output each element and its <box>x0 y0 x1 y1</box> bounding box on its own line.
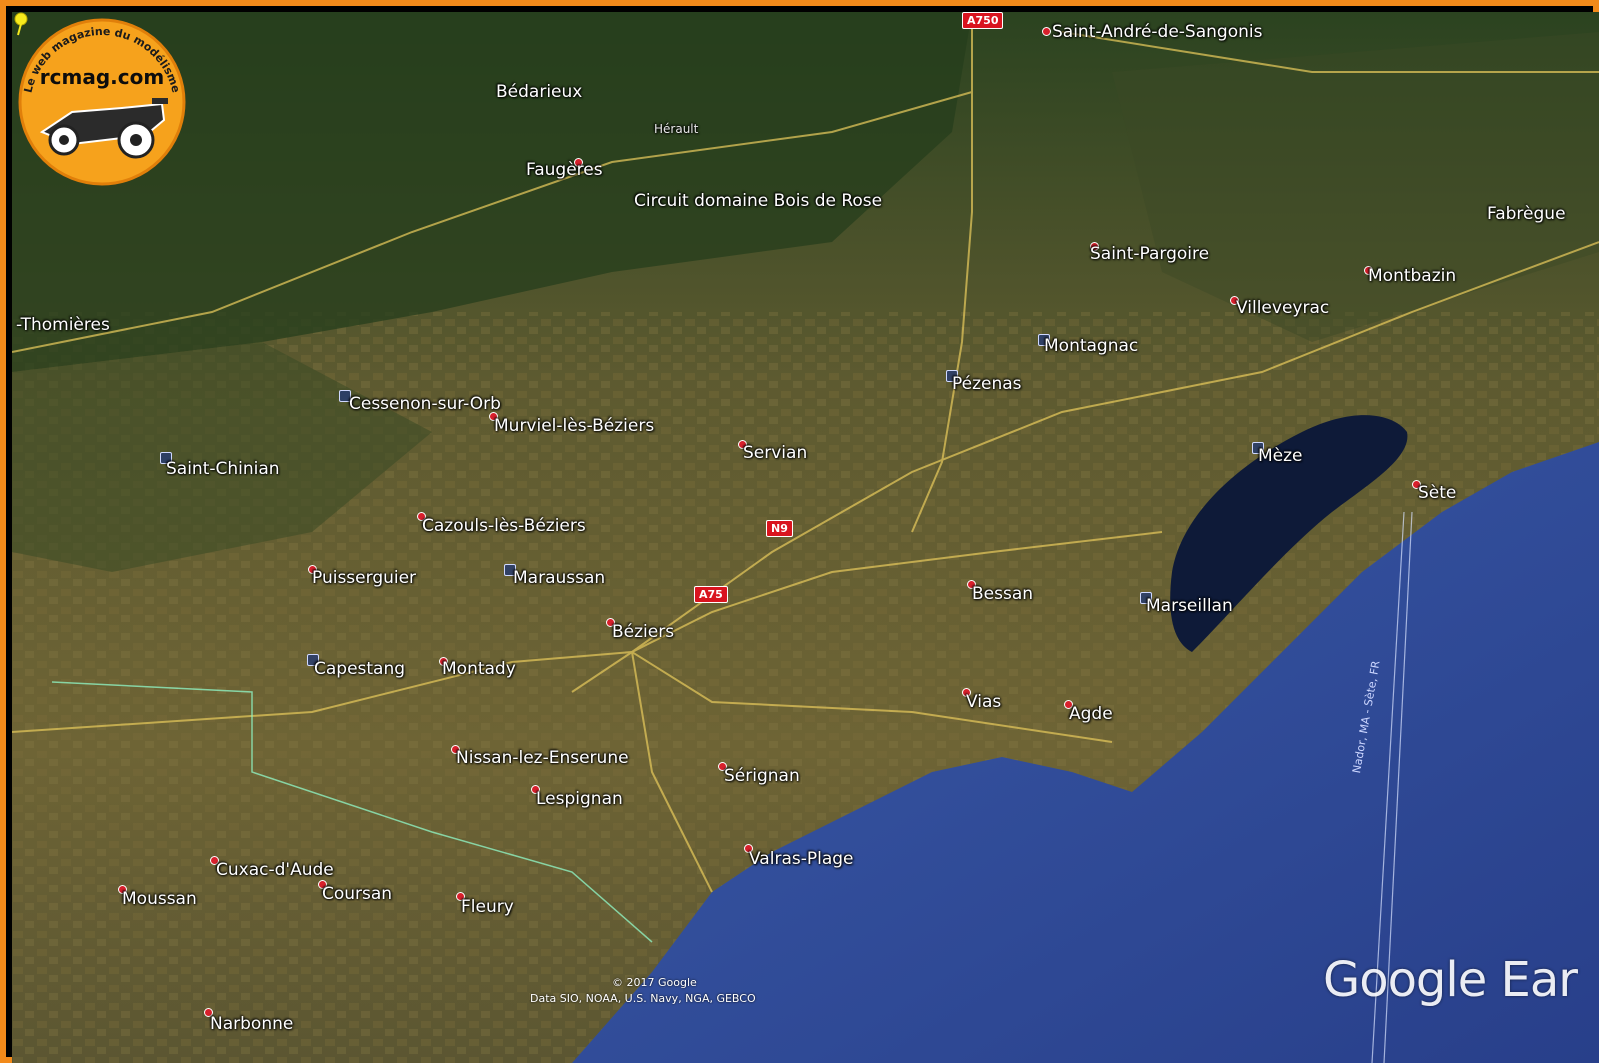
place-puisserguier[interactable]: Puisserguier <box>312 570 416 587</box>
place-capestang[interactable]: Capestang <box>314 661 405 678</box>
place-bessan[interactable]: Bessan <box>972 586 1033 603</box>
place-cazouls[interactable]: Cazouls-lès-Béziers <box>422 518 586 535</box>
place-thomieres[interactable]: -Thomières <box>16 317 110 334</box>
place-villeveyrac[interactable]: Villeveyrac <box>1236 300 1329 317</box>
place-agde[interactable]: Agde <box>1069 706 1113 723</box>
place-serignan[interactable]: Sérignan <box>724 768 800 785</box>
place-servian[interactable]: Servian <box>743 445 807 462</box>
place-saint-andre[interactable]: Saint-André-de-Sangonis <box>1052 24 1262 41</box>
map-frame: Hérault Circuit domaine Bois de Rose Sai… <box>0 0 1599 1063</box>
place-marseillan[interactable]: Marseillan <box>1146 598 1233 615</box>
place-fleury[interactable]: Fleury <box>461 899 514 916</box>
road-shield-n9: N9 <box>766 520 793 537</box>
place-bedarieux[interactable]: Bédarieux <box>496 84 582 101</box>
place-nissan[interactable]: Nissan-lez-Enserune <box>456 750 629 767</box>
place-coursan[interactable]: Coursan <box>322 886 392 903</box>
satellite-map[interactable]: Hérault Circuit domaine Bois de Rose Sai… <box>12 12 1599 1063</box>
place-narbonne[interactable]: Narbonne <box>210 1016 293 1033</box>
marker-label[interactable]: Circuit domaine Bois de Rose <box>634 193 882 210</box>
place-fabregue[interactable]: Fabrègue <box>1487 206 1566 223</box>
rcmag-badge: Le web magazine du modélisme rcmag.com <box>18 18 186 186</box>
place-meze[interactable]: Mèze <box>1258 448 1303 465</box>
place-sete[interactable]: Sète <box>1418 485 1456 502</box>
place-valras[interactable]: Valras-Plage <box>749 851 854 868</box>
place-cessenon[interactable]: Cessenon-sur-Orb <box>349 396 501 413</box>
badge-site: rcmag.com <box>40 65 164 89</box>
place-montagnac[interactable]: Montagnac <box>1044 338 1138 355</box>
place-cuxac[interactable]: Cuxac-d'Aude <box>216 862 334 879</box>
place-dot <box>1042 27 1051 36</box>
place-beziers[interactable]: Béziers <box>612 624 674 641</box>
place-saint-chinian[interactable]: Saint-Chinian <box>166 461 280 478</box>
place-pezenas[interactable]: Pézenas <box>952 376 1022 393</box>
place-montbazin[interactable]: Montbazin <box>1368 268 1456 285</box>
place-faugeres[interactable]: Faugères <box>526 162 603 179</box>
region-label: Hérault <box>654 122 699 136</box>
place-murviel[interactable]: Murviel-lès-Béziers <box>494 418 654 435</box>
place-maraussan[interactable]: Maraussan <box>513 570 605 587</box>
place-vias[interactable]: Vias <box>966 694 1001 711</box>
place-saint-pargoire[interactable]: Saint-Pargoire <box>1090 246 1209 263</box>
place-lespignan[interactable]: Lespignan <box>536 791 623 808</box>
road-shield-a750: A750 <box>962 12 1004 29</box>
terrain-layer <box>12 12 1599 1063</box>
road-shield-a75: A75 <box>694 586 728 603</box>
place-montady[interactable]: Montady <box>442 661 516 678</box>
place-moussan[interactable]: Moussan <box>122 891 197 908</box>
google-earth-logo: Google Ear <box>1323 952 1578 1008</box>
